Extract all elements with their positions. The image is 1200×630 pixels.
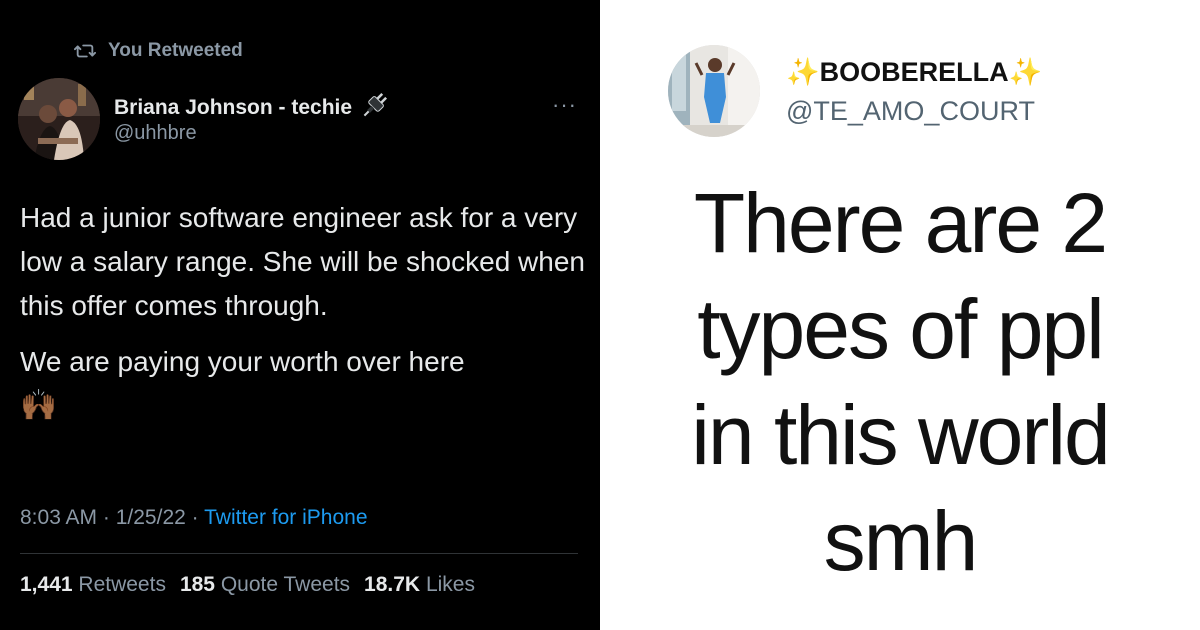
right-author-avatar[interactable]	[668, 45, 760, 137]
tweet-source-link[interactable]: Twitter for iPhone	[204, 506, 367, 529]
quotes-label: Quote Tweets	[220, 573, 351, 596]
tweet-body: Had a junior software engineer ask for a…	[20, 196, 590, 428]
quotes-count: 185	[179, 573, 215, 596]
tweet-paragraph-2: We are paying your worth over here	[20, 346, 465, 377]
retweets-count: 1,441	[20, 573, 73, 596]
likes-count: 18.7K	[364, 573, 421, 596]
right-author-handle[interactable]: @TE_AMO_COURT	[786, 96, 1035, 127]
more-icon[interactable]: ···	[552, 92, 577, 118]
tweet-time[interactable]: 8:03 AM	[20, 506, 97, 529]
right-tweet-line-3: in this world	[691, 388, 1111, 482]
retweets-stat[interactable]: 1,441 Retweets	[20, 573, 166, 597]
author-name-text: Briana Johnson - techie	[114, 96, 353, 119]
retweet-icon	[74, 44, 96, 58]
tweet-meta: 8:03 AM · 1/25/22 · Twitter for iPhone	[20, 506, 368, 530]
tweet-date[interactable]: 1/25/22	[116, 506, 186, 529]
retweets-label: Retweets	[78, 573, 166, 596]
likes-stat[interactable]: 18.7K Likes	[364, 573, 475, 597]
plug-icon	[360, 90, 390, 126]
tweet-paragraph-1: Had a junior software engineer ask for a…	[20, 202, 585, 321]
quote-tweets-stat[interactable]: 185 Quote Tweets	[180, 573, 350, 597]
likes-label: Likes	[425, 573, 475, 596]
right-tweet-body: There are 2 types of ppl in this world s…	[610, 170, 1190, 594]
raising-hands-emoji: 🙌🏾	[20, 389, 58, 422]
right-tweet-line-2: types of ppl	[697, 282, 1105, 376]
author-name[interactable]: Briana Johnson - techie	[114, 90, 390, 126]
right-tweet-line-1: There are 2	[693, 176, 1108, 270]
right-author-name[interactable]: ✨BOOBERELLA✨	[786, 56, 1042, 88]
author-handle[interactable]: @uhhbre	[114, 122, 197, 145]
retweet-label: You Retweeted	[108, 40, 243, 61]
divider	[20, 553, 578, 554]
quoted-tweet-panel: ✨BOOBERELLA✨ @TE_AMO_COURT There are 2 t…	[600, 0, 1200, 630]
retweeted-tweet-panel: You Retweeted Briana Johnson - techie @u…	[0, 0, 600, 630]
right-tweet-line-4: smh	[823, 494, 979, 588]
meta-separator: ·	[185, 506, 205, 529]
tweet-stats: 1,441 Retweets 185 Quote Tweets 18.7K Li…	[20, 573, 475, 597]
meta-separator: ·	[97, 506, 116, 529]
author-avatar[interactable]	[18, 78, 100, 160]
retweet-context: You Retweeted	[74, 38, 243, 64]
